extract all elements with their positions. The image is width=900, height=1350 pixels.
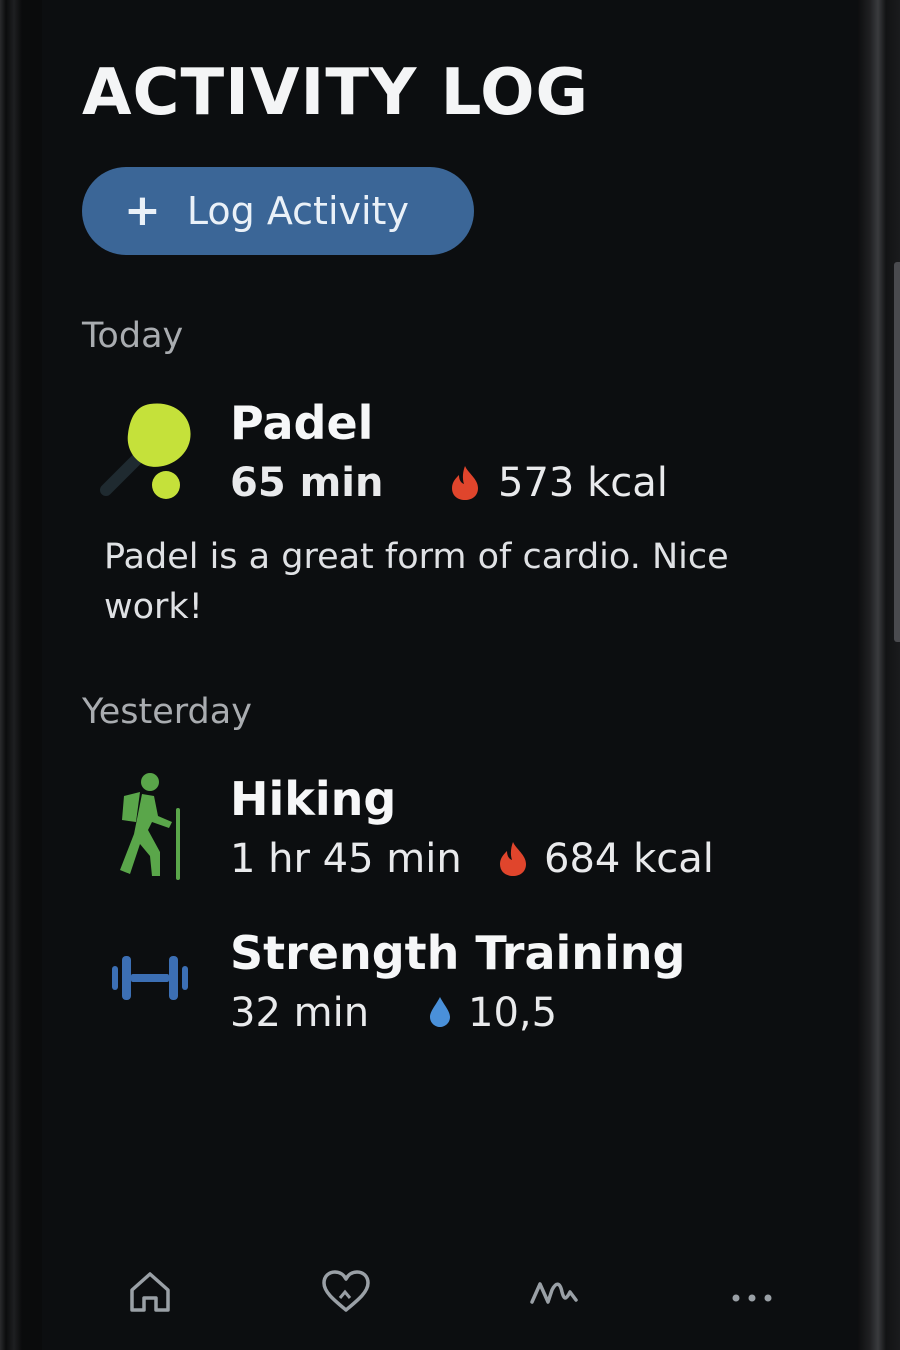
plus-icon: + <box>124 185 161 236</box>
water-drop-icon <box>430 997 450 1027</box>
side-button <box>894 262 900 642</box>
nav-item-home[interactable] <box>90 1268 210 1320</box>
activity-duration: 65 min <box>230 460 384 506</box>
home-icon <box>130 1272 170 1312</box>
flame-icon <box>500 842 526 876</box>
page-title: ACTIVITY LOG <box>82 56 590 130</box>
bottom-nav <box>42 1240 858 1350</box>
heart-icon <box>322 1270 370 1312</box>
nav-item-more[interactable] <box>692 1268 812 1320</box>
activity-name: Hiking <box>230 772 397 826</box>
activity-duration: 1 hr 45 min <box>230 836 462 882</box>
section-today-label: Today <box>82 316 184 356</box>
activity-metric: 10,5 <box>468 990 558 1036</box>
nav-item-health[interactable] <box>286 1268 406 1320</box>
section-yesterday-label: Yesterday <box>82 692 252 732</box>
hiker-icon <box>120 773 180 880</box>
more-icon <box>732 1294 772 1302</box>
activity-name: Strength Training <box>230 926 686 980</box>
flame-icon <box>452 466 478 500</box>
nav-item-activity[interactable] <box>494 1268 614 1320</box>
activity-duration: 32 min <box>230 990 370 1036</box>
activity-note: Padel is a great form of cardio. Nice wo… <box>104 537 729 627</box>
log-activity-button[interactable]: + Log Activity <box>82 167 474 255</box>
device-frame-right <box>856 0 900 1350</box>
app-screen: ACTIVITY LOG + Log Activity Today Padel … <box>42 0 858 1350</box>
activity-calories: 573 kcal <box>498 460 668 506</box>
dumbbell-icon <box>112 956 188 1000</box>
log-activity-label: Log Activity <box>186 189 409 233</box>
activity-calories: 684 kcal <box>544 836 714 882</box>
activity-wave-icon <box>530 1282 578 1304</box>
activity-name: Padel <box>230 396 374 450</box>
padel-racket-icon <box>100 403 191 499</box>
